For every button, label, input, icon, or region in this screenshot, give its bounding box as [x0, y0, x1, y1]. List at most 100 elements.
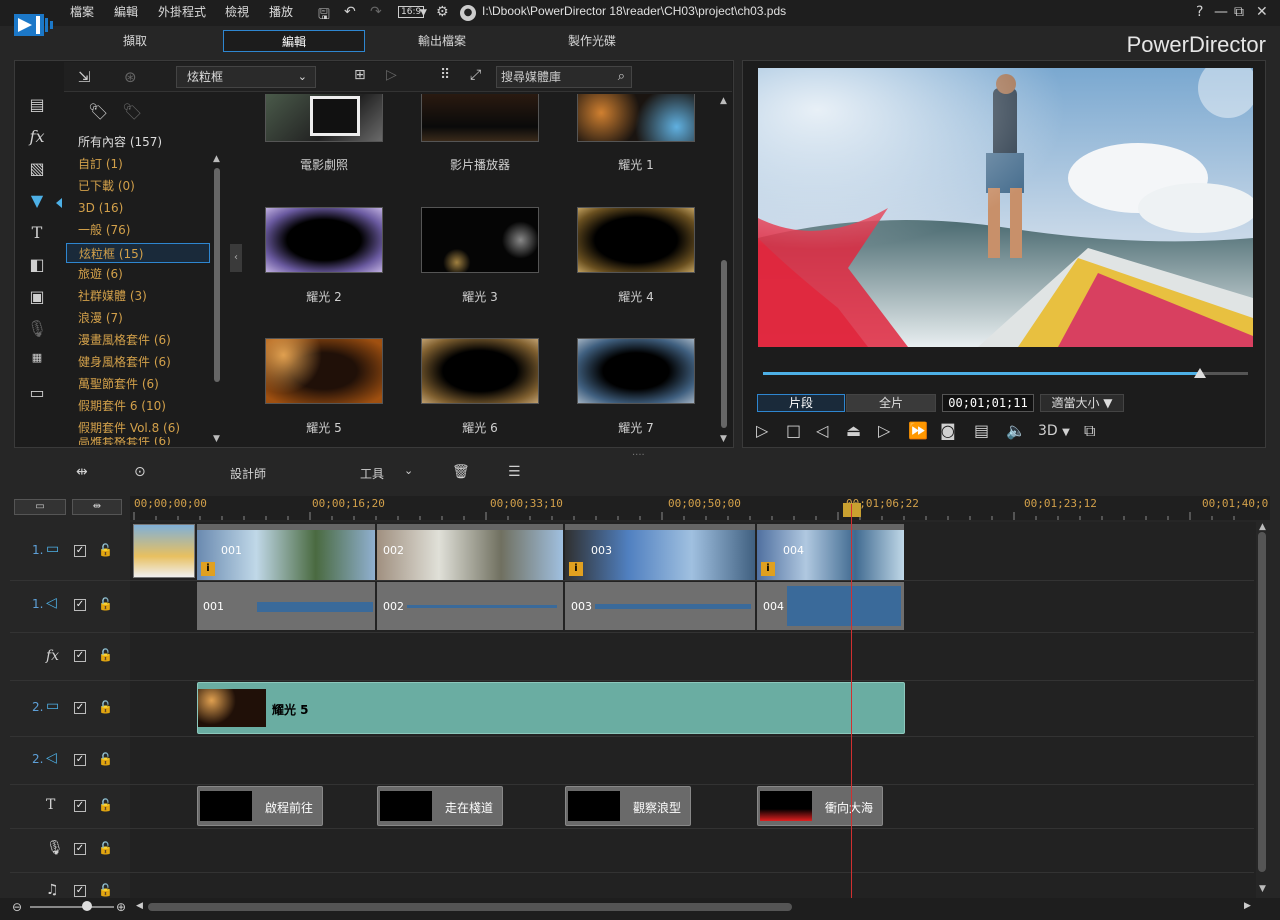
tab-create-disc[interactable]: 製作光碟 — [530, 30, 654, 52]
effect-room-icon[interactable]: fx — [22, 127, 52, 153]
zoom-slider-handle[interactable] — [82, 901, 92, 911]
audio-clip[interactable]: 002 — [377, 582, 563, 630]
library-item-thumbnail[interactable] — [577, 207, 695, 273]
menu-edit[interactable]: 編輯 — [114, 3, 138, 20]
category-scrollbar[interactable] — [214, 168, 220, 382]
category-item[interactable]: 萬聖節套件 (6) — [66, 374, 210, 394]
category-item[interactable]: 旅遊 (6) — [66, 264, 210, 284]
category-item[interactable]: 漫畫風格套件 (6) — [66, 330, 210, 350]
track-enable-checkbox[interactable]: ✓ — [74, 843, 86, 855]
menu-view[interactable]: 檢視 — [225, 3, 249, 20]
view-grid-icon[interactable]: ⠿ — [440, 67, 450, 83]
import-icon[interactable]: ⇲ — [78, 68, 91, 86]
help-button[interactable]: ? — [1196, 4, 1203, 20]
menu-file[interactable]: 檔案 — [70, 3, 94, 20]
save-icon[interactable]: 🖫 — [318, 4, 330, 28]
zoom-in-icon[interactable]: ⊕ — [116, 900, 126, 914]
title-clip[interactable]: 觀察浪型 — [565, 786, 691, 826]
scroll-left-icon[interactable]: ◀ — [136, 901, 143, 911]
tab-capture[interactable]: 擷取 — [74, 30, 196, 52]
library-item-thumbnail[interactable] — [265, 207, 383, 273]
designer-button[interactable]: 設計師 — [230, 465, 266, 482]
account-icon[interactable]: ● — [460, 5, 476, 21]
info-icon[interactable]: i — [761, 562, 775, 576]
lock-icon[interactable]: 🔓 — [98, 841, 113, 855]
3d-mode-button[interactable]: 3D ▼ — [1038, 423, 1070, 439]
library-item-thumbnail[interactable] — [265, 338, 383, 404]
media-room-icon[interactable]: ▤ — [22, 95, 52, 121]
settings-icon[interactable]: ⚙ — [436, 4, 449, 20]
add-to-project-icon[interactable]: ⊞ — [354, 67, 366, 83]
library-item-thumbnail[interactable] — [577, 338, 695, 404]
title-clip[interactable]: 走在棧道 — [377, 786, 503, 826]
scroll-up-icon[interactable]: ▲ — [720, 96, 727, 106]
transition-room-icon[interactable]: ◧ — [22, 255, 52, 281]
video-clip[interactable]: 003 i — [565, 524, 755, 580]
category-item[interactable]: 社群媒體 (3) — [66, 286, 210, 306]
audio-mixing-icon[interactable]: ▣ — [22, 287, 52, 313]
preview-scrub-handle[interactable] — [1193, 368, 1206, 378]
storyboard-icon[interactable]: ☰ — [508, 464, 521, 480]
close-button[interactable]: ✕ — [1256, 4, 1268, 20]
library-scrollbar[interactable] — [721, 260, 727, 428]
category-item[interactable]: 3D (16) — [66, 198, 210, 218]
collapse-panel-button[interactable]: ‹ — [230, 244, 242, 272]
lock-icon[interactable]: 🔓 — [98, 543, 113, 557]
audio-clip[interactable]: 003 — [565, 582, 755, 630]
movie-mode-button[interactable]: 全片 — [846, 394, 936, 412]
stop-icon[interactable]: □ — [786, 421, 801, 440]
resize-handle-icon[interactable]: ···· — [632, 450, 645, 461]
tools-button[interactable]: 工具 — [360, 465, 384, 482]
info-icon[interactable]: i — [569, 562, 583, 576]
redo-icon[interactable]: ↷ — [370, 4, 382, 20]
track-enable-checkbox[interactable]: ✓ — [74, 545, 86, 557]
snapshot-icon[interactable]: ◙ — [940, 421, 956, 440]
library-item-thumbnail[interactable] — [577, 94, 695, 142]
category-item[interactable]: 一般 (76) — [66, 220, 210, 240]
restore-button[interactable]: ⧉ — [1234, 4, 1244, 20]
pip-room-icon[interactable]: ▧ — [22, 159, 52, 185]
title-room-icon[interactable]: T — [22, 223, 52, 249]
tab-edit[interactable]: 編輯 — [223, 30, 365, 52]
lock-icon[interactable]: 🔓 — [98, 752, 113, 766]
scroll-down-icon[interactable]: ▼ — [1259, 884, 1266, 894]
zoom-fit-timeline-button[interactable]: ⇹ — [72, 499, 122, 515]
track-enable-checkbox[interactable]: ✓ — [74, 650, 86, 662]
library-item-thumbnail[interactable] — [421, 207, 539, 273]
audio-clip[interactable]: 004 — [757, 582, 904, 630]
split-icon[interactable]: ⏏ — [846, 421, 861, 440]
preview-progress-track[interactable] — [1199, 372, 1248, 375]
subtitle-icon[interactable]: ▤ — [974, 421, 989, 440]
voiceover-icon[interactable]: 🎙 — [22, 319, 52, 345]
menu-playback[interactable]: 播放 — [269, 3, 293, 20]
playhead-marker[interactable] — [843, 503, 861, 517]
previous-frame-icon[interactable]: ◁ — [816, 421, 828, 440]
scroll-right-icon[interactable]: ▶ — [1244, 901, 1251, 911]
undock-icon[interactable]: ⧉ — [1084, 421, 1095, 441]
clip-mode-button[interactable]: 片段 — [757, 394, 845, 412]
preview-video[interactable] — [758, 68, 1253, 347]
zoom-out-icon[interactable]: ⊖ — [12, 900, 22, 914]
info-icon[interactable]: i — [201, 562, 215, 576]
title-clip[interactable]: 衝向大海 — [757, 786, 883, 826]
scroll-up-icon[interactable]: ▲ — [1259, 522, 1266, 532]
zoom-fit-select[interactable]: 適當大小 ▼ — [1040, 394, 1124, 412]
track-enable-checkbox[interactable]: ✓ — [74, 800, 86, 812]
overlay-clip[interactable]: 耀光 5 — [197, 682, 905, 734]
playhead-line[interactable] — [851, 504, 852, 898]
fast-forward-icon[interactable]: ⏩ — [908, 421, 928, 440]
track-enable-checkbox[interactable]: ✓ — [74, 702, 86, 714]
play-icon[interactable]: ▷ — [756, 421, 768, 440]
lock-icon[interactable]: 🔓 — [98, 597, 113, 611]
volume-icon[interactable]: 🔈 — [1006, 421, 1026, 440]
track-enable-checkbox[interactable]: ✓ — [74, 599, 86, 611]
category-item[interactable]: 已下載 (0) — [66, 176, 210, 196]
plugin-icon[interactable]: ⊛ — [124, 68, 137, 86]
subtitle-room-icon[interactable]: ▭ — [22, 383, 52, 409]
keyframe-icon[interactable]: ⊙ — [134, 464, 146, 480]
category-item[interactable]: 高雅套格套件 (6) — [66, 437, 210, 445]
intro-image-clip[interactable] — [133, 524, 195, 578]
next-frame-icon[interactable]: ▷ — [878, 421, 890, 440]
category-item[interactable]: 假期套件 Vol.8 (6) — [66, 418, 210, 438]
zoom-slider[interactable] — [30, 906, 114, 908]
